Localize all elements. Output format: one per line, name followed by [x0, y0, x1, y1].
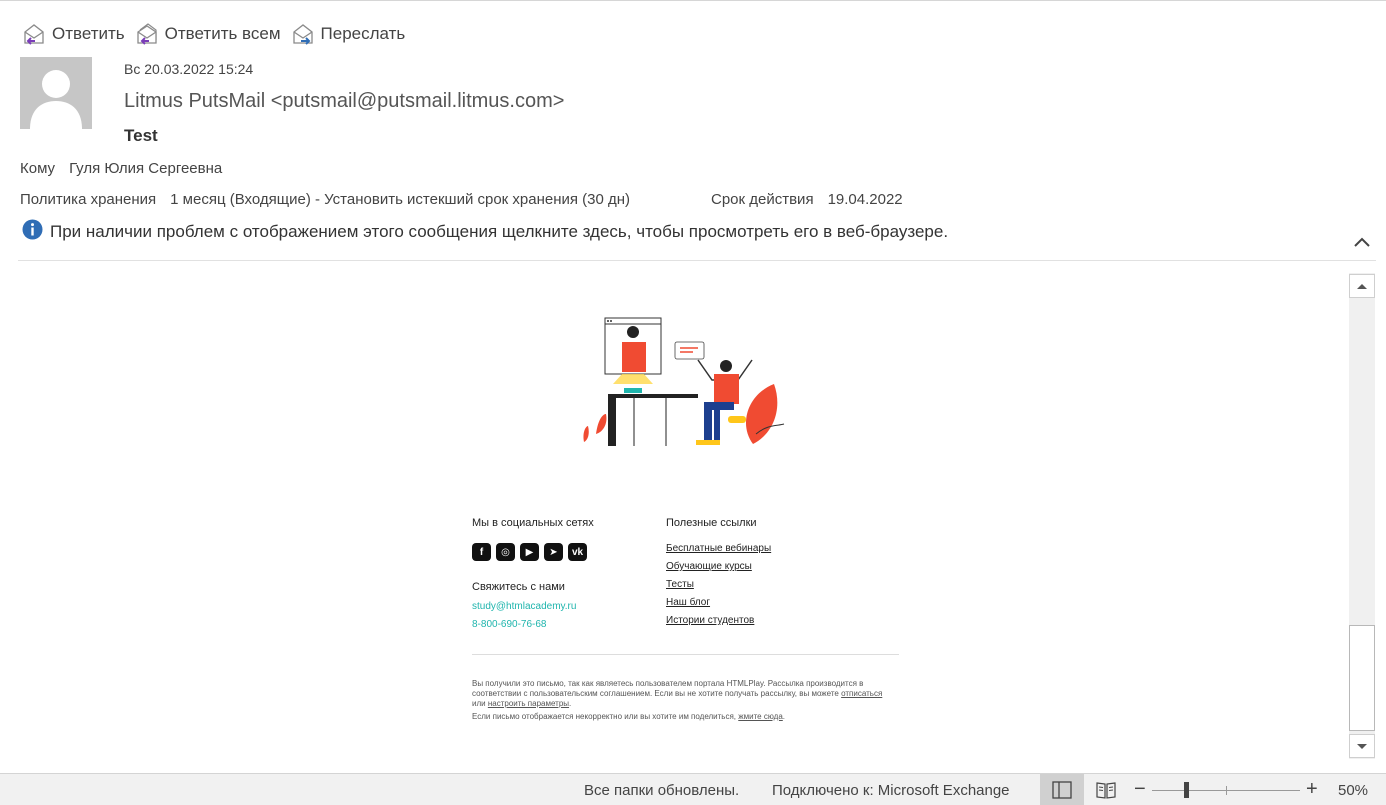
footer-or: или — [472, 699, 486, 708]
zoom-slider-thumb[interactable] — [1184, 782, 1189, 798]
zoom-level[interactable]: 50% — [1338, 782, 1368, 799]
collapse-header-button[interactable] — [1352, 233, 1372, 251]
instagram-icon[interactable]: ◎ — [496, 543, 515, 561]
chevron-up-icon — [1354, 237, 1370, 247]
contact-email-link[interactable]: study@htmlacademy.ru — [472, 601, 576, 612]
view-in-browser-infobar[interactable]: При наличии проблем с отображением этого… — [22, 219, 948, 245]
window-top-border — [0, 0, 1386, 5]
telegram-icon[interactable]: ➤ — [544, 543, 563, 561]
sender-address[interactable]: Litmus PutsMail <putsmail@putsmail.litmu… — [124, 90, 564, 113]
message-datetime: Вс 20.03.2022 15:24 — [124, 61, 254, 77]
reply-all-icon — [135, 22, 161, 46]
reply-all-label: Ответить всем — [164, 24, 281, 43]
settings-link[interactable]: настроить параметры — [488, 699, 569, 708]
info-icon — [22, 219, 43, 245]
reply-button[interactable]: Ответить — [22, 22, 125, 46]
arrow-down-icon — [1357, 744, 1367, 749]
link-webinars[interactable]: Бесплатные вебинары — [666, 543, 771, 554]
link-student-stories[interactable]: Истории студентов — [666, 615, 754, 626]
footer-text-1: Вы получили это письмо, так как являетес… — [472, 679, 864, 698]
person-icon — [30, 70, 82, 129]
footer-paragraph-2: Если письмо отображается некорректно или… — [472, 712, 786, 721]
policy-label: Политика хранения — [20, 191, 157, 208]
forward-icon — [291, 22, 317, 46]
contact-heading: Свяжитесь с нами — [472, 581, 565, 593]
social-icons: f ◎ ▶ ➤ vk — [472, 543, 587, 561]
status-bar: Все папки обновлены. Подключено к: Micro… — [0, 773, 1386, 805]
footer-disclaimer: Вы получили это письмо, так как являетес… — [472, 679, 892, 722]
zoom-in-button[interactable]: + — [1306, 778, 1318, 801]
scroll-thumb[interactable] — [1349, 625, 1375, 731]
retention-policy-row: Политика хранения 1 месяц (Входящие) - Ус… — [20, 191, 903, 208]
reply-all-button[interactable]: Ответить всем — [135, 22, 281, 46]
folders-status: Все папки обновлены. — [584, 782, 740, 799]
connection-status: Подключено к: Microsoft Exchange — [772, 782, 1010, 799]
header-divider — [18, 260, 1376, 261]
facebook-icon[interactable]: f — [472, 543, 491, 561]
link-courses[interactable]: Обучающие курсы — [666, 561, 752, 572]
expiry-label: Срок действия — [711, 191, 814, 208]
to-label: Кому — [20, 160, 56, 177]
reading-view-button[interactable] — [1084, 774, 1128, 805]
forward-label: Переслать — [320, 24, 406, 43]
recipient-row: Кому Гуля Юлия Сергеевна — [20, 160, 222, 177]
scroll-up-button[interactable] — [1349, 274, 1375, 298]
sender-avatar — [20, 57, 92, 129]
hero-illustration — [578, 314, 793, 455]
click-here-link[interactable]: жмите сюда — [738, 712, 783, 721]
zoom-out-button[interactable]: − — [1134, 778, 1146, 801]
social-heading: Мы в социальных сетях — [472, 517, 594, 529]
contact-phone-link[interactable]: 8-800-690-76-68 — [472, 619, 547, 630]
vk-icon[interactable]: vk — [568, 543, 587, 561]
expiry-value: 19.04.2022 — [827, 191, 903, 208]
infobar-text: При наличии проблем с отображением этого… — [50, 222, 949, 241]
arrow-up-icon — [1357, 284, 1367, 289]
recipient-name[interactable]: Гуля Юлия Сергеевна — [69, 160, 222, 177]
footer-text-2: Если письмо отображается некорректно или… — [472, 712, 737, 721]
policy-value: 1 месяц (Входящие) - Установить истекший… — [170, 191, 631, 208]
link-blog[interactable]: Наш блог — [666, 597, 710, 608]
normal-view-icon — [1052, 780, 1072, 799]
footer-divider — [472, 654, 899, 655]
link-tests[interactable]: Тесты — [666, 579, 694, 590]
unsubscribe-link[interactable]: отписаться — [841, 689, 882, 698]
youtube-icon[interactable]: ▶ — [520, 543, 539, 561]
zoom-100-tick — [1226, 786, 1227, 795]
expiry: Срок действия 19.04.2022 — [711, 191, 903, 208]
normal-view-button[interactable] — [1040, 774, 1084, 805]
reading-view-icon — [1096, 781, 1116, 799]
reply-label: Ответить — [52, 24, 125, 43]
links-heading: Полезные ссылки — [666, 517, 757, 529]
reading-toolbar: Ответить Ответить всем Переслать — [22, 22, 405, 46]
forward-button[interactable]: Переслать — [291, 22, 406, 46]
footer-paragraph-1: Вы получили это письмо, так как являетес… — [472, 679, 883, 708]
reply-icon — [22, 22, 48, 46]
scroll-down-button[interactable] — [1349, 734, 1375, 758]
message-subject: Test — [124, 126, 158, 145]
